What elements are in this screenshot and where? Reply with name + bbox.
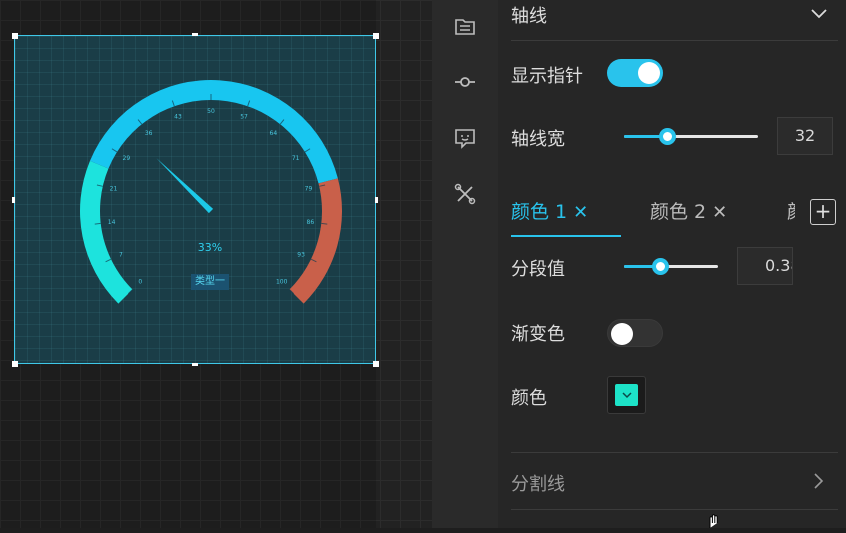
split-line-label[interactable]: 分割线 — [511, 470, 565, 496]
gauge-tick-label: 7 — [119, 251, 123, 258]
resize-handle-top[interactable] — [192, 33, 198, 36]
section-title: 轴线 — [511, 6, 547, 27]
tab-label: 颜色 2 — [650, 201, 707, 223]
gauge-tick-label: 64 — [270, 130, 278, 137]
toggle-knob — [611, 323, 633, 345]
resize-handle-tr[interactable] — [373, 33, 379, 39]
show-pointer-label: 显示指针 — [511, 66, 583, 87]
gauge-tick-label: 93 — [297, 251, 305, 258]
design-canvas[interactable]: 0 7 14 21 29 36 43 50 57 64 71 79 86 93 100 33% 类型一 — [0, 0, 432, 528]
gauge-tick-label: 79 — [305, 186, 313, 193]
chevron-down-icon[interactable] — [808, 2, 830, 24]
resize-handle-bl[interactable] — [12, 361, 18, 367]
show-pointer-toggle[interactable] — [607, 59, 663, 87]
gauge-needle — [156, 158, 214, 214]
gauge-tick-label: 100 — [276, 279, 288, 286]
gauge-tick-label: 36 — [145, 130, 153, 137]
gauge-type-label: 类型一 — [191, 274, 229, 290]
axis-icon[interactable] — [453, 70, 477, 94]
section-divider — [511, 509, 838, 510]
axis-width-slider[interactable] — [624, 128, 758, 145]
gauge-segment-mid — [89, 79, 338, 184]
gauge-tick-label: 43 — [174, 114, 182, 121]
gauge-segment-low — [79, 160, 133, 304]
gauge-tick — [321, 222, 328, 225]
slider-thumb[interactable] — [651, 258, 669, 275]
slider-thumb[interactable] — [658, 128, 676, 145]
resize-handle-right[interactable] — [375, 197, 378, 203]
gauge-tick-label: 50 — [207, 108, 215, 115]
segment-slider[interactable] — [624, 258, 718, 275]
axis-width-input[interactable]: 32 — [777, 117, 833, 155]
color-swatch — [615, 384, 638, 406]
gauge-value-label: 33% — [197, 241, 223, 254]
gauge-tick-label: 21 — [110, 186, 118, 193]
resize-handle-tl[interactable] — [12, 33, 18, 39]
section-divider — [511, 452, 838, 453]
gauge-tick-label: 14 — [108, 219, 116, 226]
section-divider — [511, 40, 838, 41]
property-icon-bar — [432, 0, 498, 528]
gauge-tick-label: 0 — [138, 279, 142, 286]
gauge-tick-label: 86 — [307, 219, 315, 226]
layers-icon[interactable] — [453, 14, 477, 38]
close-icon[interactable]: ✕ — [712, 202, 727, 223]
toggle-knob — [638, 62, 660, 84]
chevron-right-icon[interactable] — [808, 470, 828, 492]
property-panel: 轴线 显示指针 轴线宽 32 颜色 1✕ 颜色 2✕ 颜 + 分段值 0.38 … — [498, 0, 846, 528]
tab-color-3[interactable]: 颜 — [787, 197, 795, 224]
axis-width-label: 轴线宽 — [511, 129, 565, 150]
gauge-chart: 0 7 14 21 29 36 43 50 57 64 71 79 86 93 100 — [79, 79, 342, 304]
gauge-segment-high — [289, 178, 342, 304]
gradient-label: 渐变色 — [511, 324, 565, 345]
gauge-widget[interactable]: 0 7 14 21 29 36 43 50 57 64 71 79 86 93 100 33% 类型一 — [14, 35, 376, 364]
resize-handle-left[interactable] — [12, 197, 15, 203]
tooltip-icon[interactable] — [453, 126, 477, 150]
color-label: 颜色 — [511, 388, 547, 409]
segment-label: 分段值 — [511, 259, 565, 280]
add-tab-button[interactable]: + — [810, 199, 836, 225]
tab-color-2[interactable]: 颜色 2 ✕ — [650, 197, 727, 224]
segment-input[interactable]: 0.38 — [737, 247, 793, 285]
active-tab-underline — [511, 235, 621, 237]
gradient-toggle[interactable] — [607, 319, 663, 347]
gauge-tick-label: 57 — [240, 114, 248, 121]
tools-icon[interactable] — [453, 182, 477, 206]
gauge-tick — [94, 222, 101, 225]
close-icon[interactable]: ✕ — [573, 202, 588, 223]
tab-label: 颜色 1 — [511, 201, 568, 223]
hand-cursor-icon — [705, 513, 721, 529]
chevron-down-icon — [621, 392, 632, 399]
tab-label: 颜 — [787, 201, 795, 223]
gauge-tick-label: 71 — [292, 155, 300, 162]
resize-handle-bottom[interactable] — [192, 363, 198, 366]
tab-color-1[interactable]: 颜色 1 ✕ — [511, 197, 588, 224]
gauge-tick-label: 29 — [123, 155, 131, 162]
color-picker[interactable] — [607, 376, 646, 414]
resize-handle-br[interactable] — [373, 361, 379, 367]
